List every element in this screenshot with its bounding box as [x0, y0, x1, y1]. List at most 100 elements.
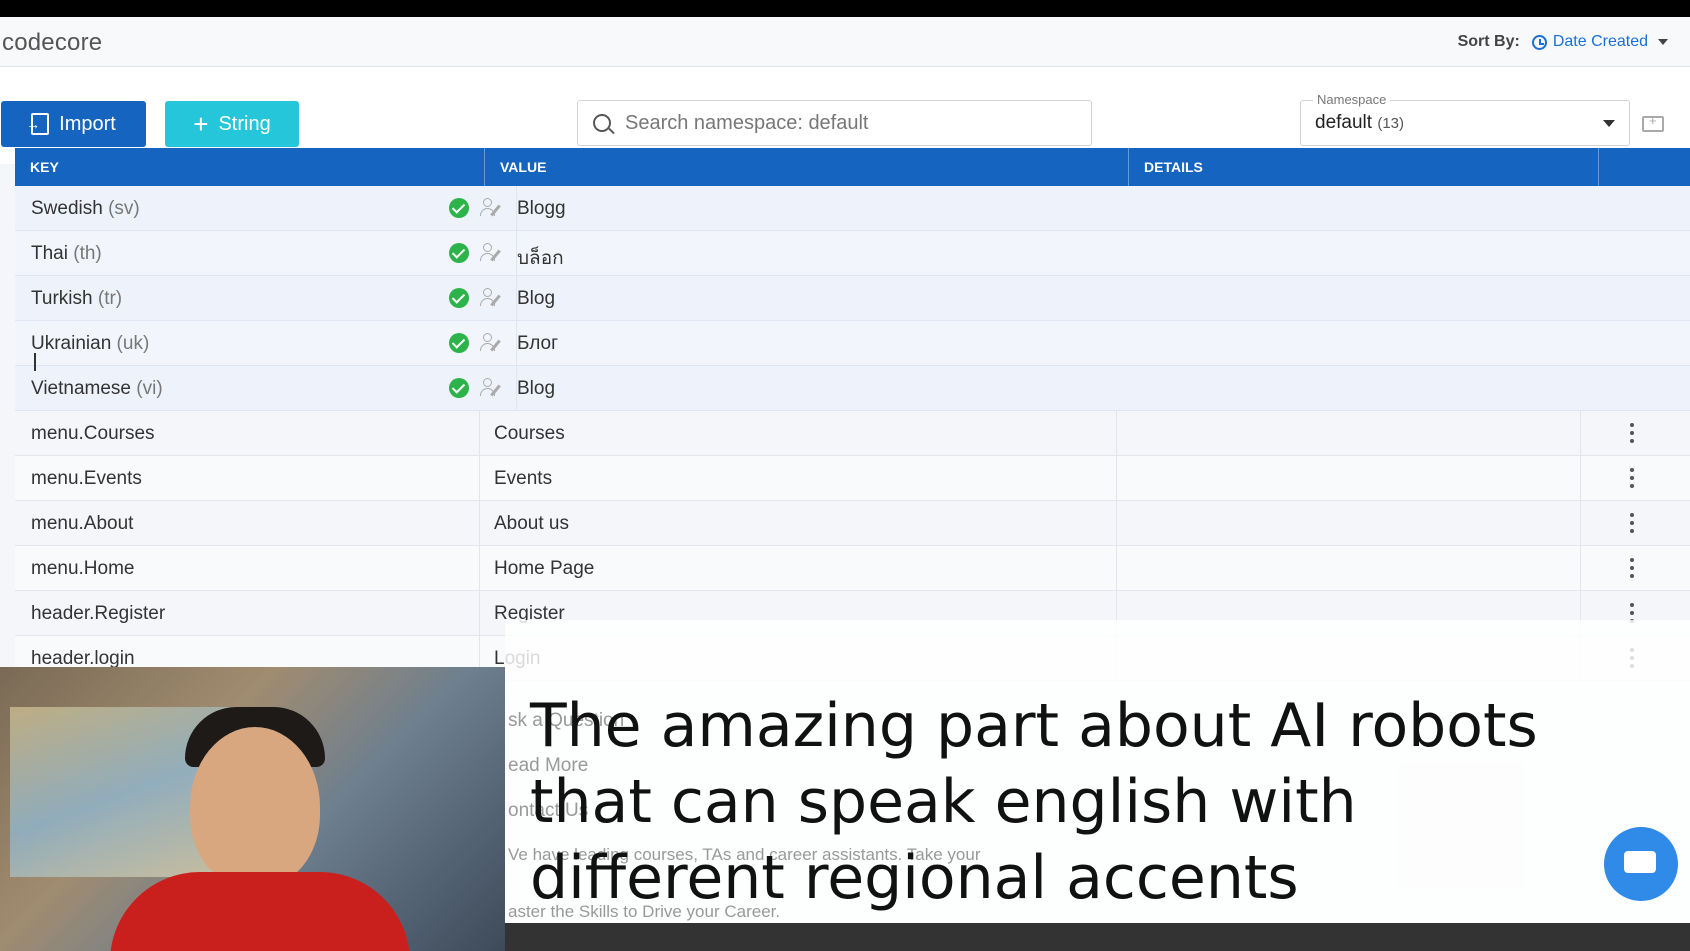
string-key[interactable]: menu.About [31, 513, 133, 535]
search-input[interactable] [625, 111, 1045, 135]
sort-value[interactable]: Date Created [1553, 33, 1648, 51]
language-code: (tr) [97, 288, 123, 309]
check-circle-icon [449, 198, 469, 218]
video-bottom-bar [505, 923, 1690, 951]
add-string-label: String [218, 112, 271, 135]
user-edit-icon[interactable] [480, 288, 506, 308]
namespace-name: default [1315, 112, 1373, 133]
table-row[interactable]: menu.Courses Courses [15, 411, 1690, 456]
chat-bubble-icon[interactable] [1604, 827, 1678, 901]
language-name: Swedish (sv) [31, 198, 140, 220]
video-subtitle: The amazing part about AI robots that ca… [530, 691, 1538, 913]
text-cursor [34, 353, 36, 371]
language-row[interactable]: Thai (th) บล็อก [15, 231, 1690, 276]
search-box [577, 100, 1092, 146]
table-body: Swedish (sv) Blogg Thai (th) บล็อก Turki… [15, 186, 1690, 681]
translation-value[interactable]: Blog [517, 378, 555, 400]
column-header-value[interactable]: VALUE [485, 148, 1129, 186]
table-row[interactable]: menu.Home Home Page [15, 546, 1690, 591]
table-row[interactable]: menu.Events Events [15, 456, 1690, 501]
check-circle-icon [449, 288, 469, 308]
namespace-select[interactable]: Namespace default (13) [1300, 92, 1630, 146]
divider [1580, 456, 1581, 501]
language-code: (sv) [108, 198, 140, 219]
divider [1116, 456, 1117, 501]
translation-value[interactable]: Blog [517, 288, 555, 310]
language-row[interactable]: Swedish (sv) Blogg [15, 186, 1690, 231]
divider [479, 456, 480, 501]
language-label: Ukrainian [31, 333, 112, 354]
string-key[interactable]: menu.Home [31, 558, 135, 580]
namespace-count: (13) [1377, 115, 1405, 132]
string-value[interactable]: Courses [494, 423, 565, 445]
translation-value[interactable]: Блог [517, 333, 558, 355]
language-label: Vietnamese [31, 378, 131, 399]
check-circle-icon [449, 378, 469, 398]
namespace-label: Namespace [1313, 92, 1391, 107]
divider [1116, 501, 1117, 546]
divider [479, 411, 480, 456]
translation-value[interactable]: Blogg [517, 198, 566, 220]
language-row[interactable]: Turkish (tr) Blog [15, 276, 1690, 321]
more-options-icon[interactable] [1629, 513, 1635, 533]
user-edit-icon[interactable] [480, 198, 506, 218]
language-row[interactable]: Ukrainian (uk) Блог [15, 321, 1690, 366]
import-icon [26, 113, 50, 135]
language-name: Vietnamese (vi) [31, 378, 163, 400]
translation-value[interactable]: บล็อก [517, 243, 564, 273]
chevron-down-icon[interactable] [1658, 39, 1668, 45]
divider [1580, 501, 1581, 546]
clock-icon [1531, 34, 1547, 50]
language-name: Turkish (tr) [31, 288, 122, 310]
check-circle-icon [449, 243, 469, 263]
user-edit-icon[interactable] [480, 243, 506, 263]
language-label: Swedish [31, 198, 103, 219]
brand-logo: codecore [2, 29, 103, 56]
divider [479, 501, 480, 546]
string-value[interactable]: About us [494, 513, 569, 535]
divider [1580, 411, 1581, 456]
video-top-bar [0, 0, 1690, 17]
more-options-icon[interactable] [1629, 423, 1635, 443]
divider [1116, 411, 1117, 456]
column-header-details[interactable]: DETAILS [1129, 148, 1599, 186]
divider [1580, 546, 1581, 591]
sort-control[interactable]: Sort By: Date Created [1458, 33, 1668, 51]
string-key[interactable]: header.Register [31, 603, 165, 625]
table-row[interactable]: menu.About About us [15, 501, 1690, 546]
user-edit-icon[interactable] [480, 333, 506, 353]
more-options-icon[interactable] [1629, 558, 1635, 578]
divider [479, 546, 480, 591]
string-key[interactable]: menu.Events [31, 468, 142, 490]
divider [1116, 546, 1117, 591]
column-header-key[interactable]: KEY [15, 148, 485, 186]
sort-label: Sort By: [1457, 33, 1520, 50]
check-circle-icon [449, 333, 469, 353]
namespace-value: default (13) [1315, 112, 1404, 134]
more-options-icon[interactable] [1629, 468, 1635, 488]
language-label: Turkish [31, 288, 93, 309]
language-code: (vi) [136, 378, 163, 399]
add-string-button[interactable]: + String [165, 101, 299, 147]
presenter-face [190, 727, 320, 887]
string-value[interactable]: Home Page [494, 558, 594, 580]
plus-icon: + [193, 109, 209, 139]
presenter-shirt [110, 872, 410, 951]
dropdown-arrow-icon[interactable] [1603, 120, 1615, 127]
search-icon [593, 114, 611, 132]
language-code: (uk) [116, 333, 150, 354]
webcam-video [0, 667, 505, 951]
import-button[interactable]: Import [1, 101, 146, 147]
language-code: (th) [73, 243, 102, 264]
import-button-label: Import [59, 112, 116, 135]
add-folder-icon[interactable] [1642, 113, 1664, 132]
string-value[interactable]: Events [494, 468, 552, 490]
user-edit-icon[interactable] [480, 378, 506, 398]
string-key[interactable]: menu.Courses [31, 423, 155, 445]
app-header: codecore Sort By: Date Created [0, 17, 1690, 67]
divider [479, 591, 480, 636]
language-row[interactable]: Vietnamese (vi) Blog [15, 366, 1690, 411]
language-name: Thai (th) [31, 243, 102, 265]
language-name: Ukrainian (uk) [31, 333, 149, 355]
language-label: Thai [31, 243, 68, 264]
